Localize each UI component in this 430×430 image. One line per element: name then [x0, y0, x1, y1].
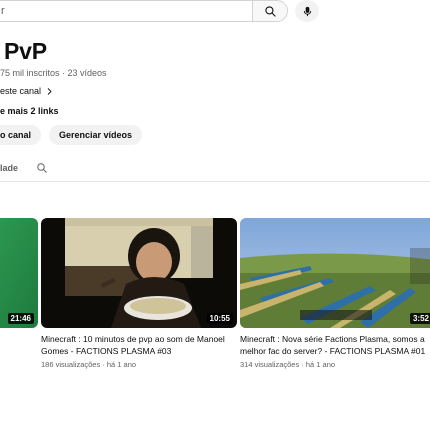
video-meta: 314 visualizações · há 1 ano: [240, 360, 336, 369]
thumbnail-image: [41, 218, 237, 328]
microphone-icon: [303, 6, 311, 16]
search-button[interactable]: [252, 0, 288, 22]
chevron-right-icon: [47, 87, 52, 95]
channel-links[interactable]: e mais 2 links: [0, 106, 59, 116]
video-duration: 21:46: [7, 313, 34, 324]
channel-about-link[interactable]: este canal: [0, 86, 54, 96]
channel-name: PvP: [4, 38, 47, 64]
thumbnail-image: [240, 218, 430, 328]
video-meta: 186 visualizações · há 1 ano: [41, 360, 137, 369]
video-title[interactable]: Minecraft : Nova série Factions Plasma, …: [240, 333, 430, 357]
video-title[interactable]: Minecraft : 10 minutos de pvp ao som de …: [41, 333, 231, 357]
thumbnail-image: [0, 218, 38, 328]
channel-stats: 75 mil inscritos · 23 vídeos: [0, 68, 107, 78]
search-input[interactable]: r: [0, 0, 252, 22]
tabs-divider: [0, 181, 430, 182]
video-thumbnail[interactable]: 3:52: [240, 218, 430, 328]
channel-about-label: este canal: [0, 86, 42, 96]
manage-videos-button[interactable]: Gerenciar vídeos: [49, 125, 143, 145]
search-icon[interactable]: [36, 162, 48, 174]
video-duration: 10:55: [206, 313, 233, 324]
video-thumbnail[interactable]: 21:46: [0, 218, 38, 328]
search-icon: [264, 5, 276, 17]
video-thumbnail[interactable]: 10:55: [41, 218, 237, 328]
voice-search-button[interactable]: [295, 0, 319, 22]
video-duration: 3:52: [409, 313, 430, 324]
customize-channel-button[interactable]: o canal: [0, 125, 42, 145]
search-placeholder: r: [1, 5, 5, 17]
tab-community[interactable]: lade: [0, 163, 18, 173]
